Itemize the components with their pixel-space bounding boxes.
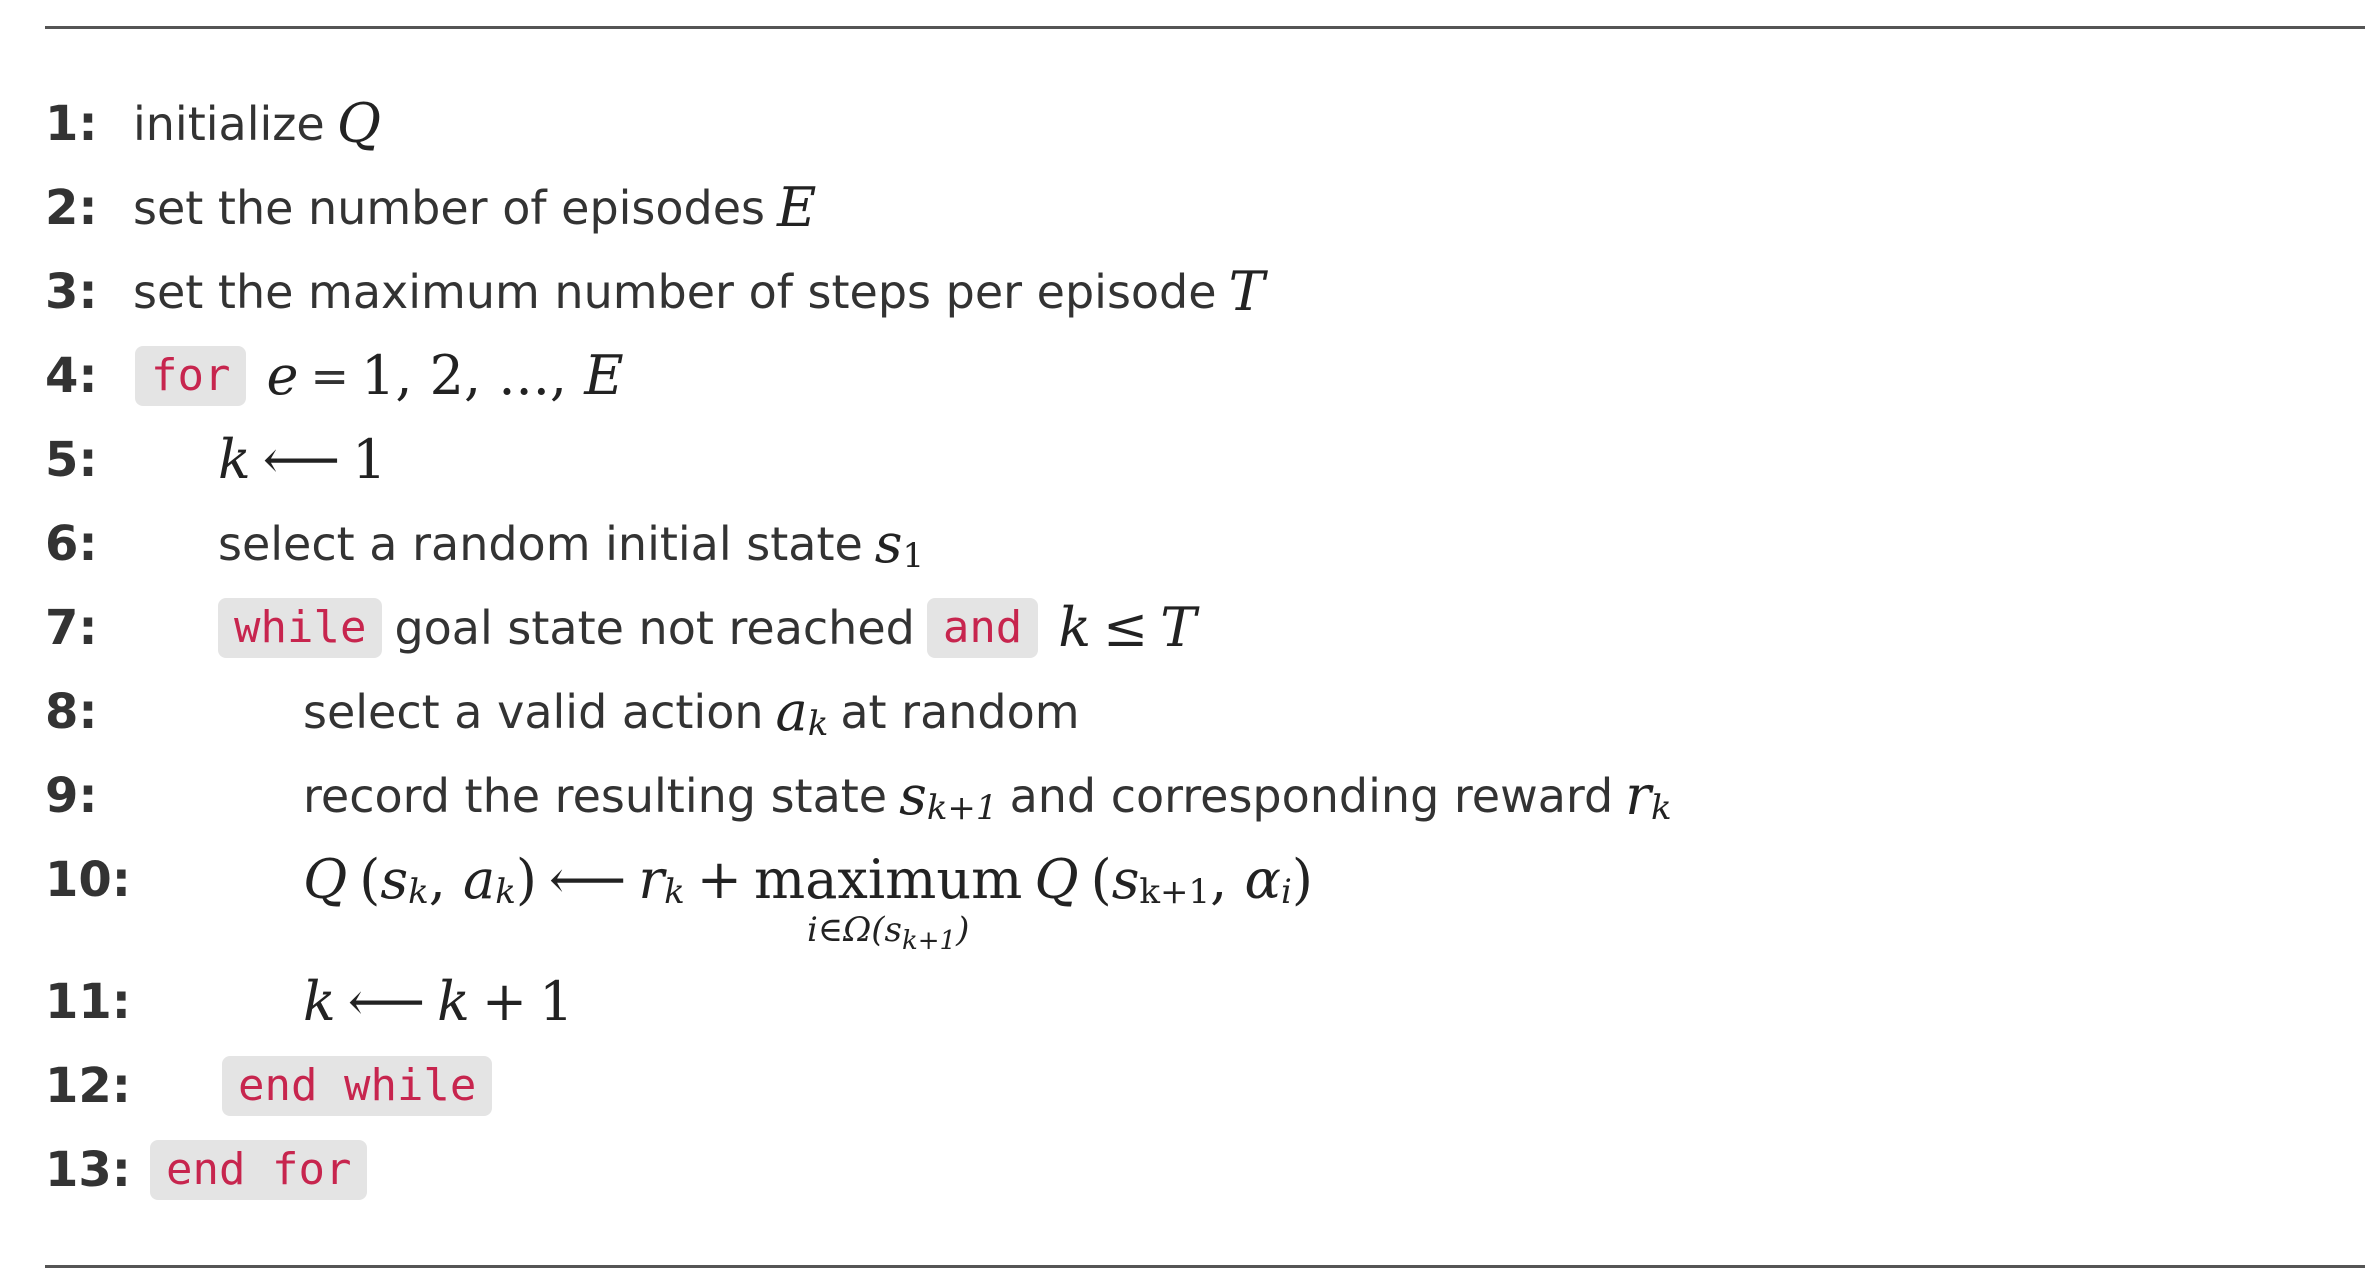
- math-var: T: [1228, 260, 1265, 323]
- line-number: 6:: [45, 516, 98, 572]
- keyword-while: while: [218, 598, 383, 658]
- math-var: s: [380, 848, 409, 911]
- math-var: E: [584, 344, 624, 407]
- top-rule: [45, 26, 2365, 29]
- line-text: at random: [840, 685, 1080, 739]
- math-var: r: [1625, 764, 1652, 827]
- line-text: and corresponding reward: [1009, 769, 1614, 823]
- line-text: goal state not reached: [394, 601, 915, 655]
- math-var: k: [437, 970, 470, 1033]
- math-var: Q: [303, 848, 348, 911]
- keyword-end-while: end while: [222, 1056, 493, 1116]
- math-var: α: [1244, 848, 1281, 911]
- line-number: 4:: [45, 348, 98, 404]
- math-var: s: [874, 512, 903, 575]
- line-number: 8:: [45, 684, 98, 740]
- assign-arrow: ⟵: [548, 848, 627, 911]
- line-number: 2:: [45, 180, 98, 236]
- keyword-and: and: [926, 598, 1039, 658]
- math-var: k: [303, 970, 336, 1033]
- keyword-for: for: [135, 346, 247, 406]
- math-subscript: k+1: [1139, 872, 1211, 912]
- plus-operator: +: [481, 970, 528, 1033]
- line-text: set the maximum number of steps per epis…: [133, 265, 1217, 319]
- math-var: a: [463, 848, 496, 911]
- math-subscript: k: [1651, 788, 1672, 828]
- math-var: k: [218, 428, 251, 491]
- line-number: 3:: [45, 264, 98, 320]
- math-var: T: [1160, 596, 1197, 659]
- keyword-end-for: end for: [150, 1140, 368, 1200]
- maximum-subscript: i∈Ω(sk+1): [807, 910, 970, 956]
- math-subscript: k: [408, 872, 429, 912]
- line-text: select a valid action: [303, 685, 764, 739]
- assign-arrow: ⟵: [262, 428, 341, 491]
- plus-operator: +: [696, 848, 743, 911]
- math-subscript: i: [1280, 872, 1292, 912]
- math-subscript: k: [807, 704, 829, 744]
- bottom-rule: [45, 1265, 2365, 1268]
- line-text: set the number of episodes: [133, 181, 766, 235]
- math-var: E: [777, 176, 817, 239]
- line-number: 9:: [45, 768, 98, 824]
- math-var: k: [1058, 596, 1092, 659]
- range-values: 1, 2, ...,: [361, 344, 585, 407]
- math-var: e: [266, 344, 299, 407]
- line-number: 10:: [45, 852, 131, 908]
- maximum-word: maximum: [754, 848, 1023, 911]
- math-value: 1: [539, 970, 574, 1033]
- line-text: record the resulting state: [303, 769, 888, 823]
- line-number: 13:: [45, 1142, 131, 1198]
- line-number: 7:: [45, 600, 98, 656]
- line-number: 12:: [45, 1058, 131, 1114]
- math-var: Q: [1034, 848, 1079, 911]
- line-text: initialize: [133, 97, 325, 151]
- assign-arrow: ⟵: [347, 970, 426, 1033]
- math-value: 1: [352, 428, 387, 491]
- math-var: Q: [336, 92, 382, 155]
- math-var: s: [1111, 848, 1140, 911]
- line-number: 5:: [45, 432, 98, 488]
- math-subscript: 1: [902, 536, 925, 576]
- math-var: s: [899, 764, 927, 827]
- equals-sign: =: [310, 349, 349, 403]
- math-var: r: [638, 848, 665, 911]
- math-subscript: k+1: [926, 788, 998, 828]
- math-subscript: k: [664, 872, 685, 912]
- leq-operator: ≤: [1103, 596, 1149, 659]
- maximum-operator: maximum i∈Ω(sk+1): [754, 848, 1023, 955]
- line-number: 11:: [45, 974, 131, 1030]
- math-var: a: [775, 680, 808, 743]
- math-subscript: k: [495, 872, 516, 912]
- line-number: 1:: [45, 96, 98, 152]
- line-text: select a random initial state: [218, 517, 863, 571]
